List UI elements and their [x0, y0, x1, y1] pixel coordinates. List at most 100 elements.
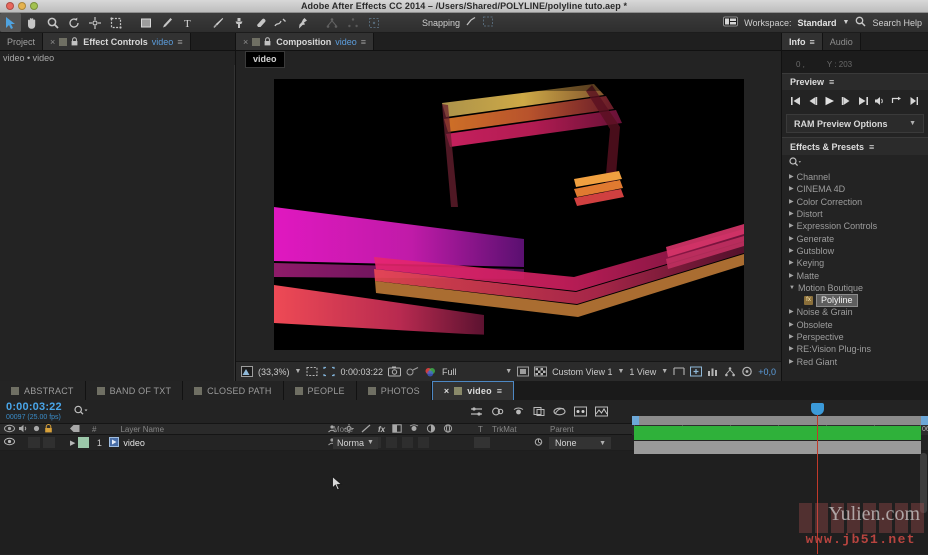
tab-project[interactable]: Project: [0, 33, 44, 50]
selection-tool[interactable]: [0, 13, 21, 32]
chevron-right-icon[interactable]: ▶: [789, 223, 794, 229]
tab-band-of-txt[interactable]: BAND OF TXT: [85, 381, 184, 400]
roto-brush-tool[interactable]: [270, 13, 291, 32]
effect-category-perspective[interactable]: ▶ Perspective: [782, 331, 928, 343]
audio-mute-icon[interactable]: [872, 92, 888, 110]
loop-options-icon[interactable]: [889, 92, 905, 110]
label-color-icon[interactable]: [69, 424, 81, 435]
view-count-chevron-down-icon[interactable]: ▼: [661, 368, 668, 375]
effect-category-revision-plugins[interactable]: ▶ RE:Vision Plug-ins: [782, 343, 928, 355]
next-frame-button[interactable]: [838, 92, 854, 110]
parent-pick-whip-icon[interactable]: [533, 437, 544, 449]
panel-menu-icon[interactable]: ≡: [177, 37, 182, 47]
search-icon[interactable]: [789, 156, 802, 169]
zoom-tool[interactable]: [42, 13, 63, 32]
effect-category-noise-grain[interactable]: ▶ Noise & Grain: [782, 306, 928, 318]
tab-audio[interactable]: Audio: [822, 33, 861, 50]
timeline-current-time[interactable]: 0:00:03:22: [6, 401, 62, 413]
chevron-down-icon[interactable]: ▼: [367, 439, 374, 446]
layer-mode-dropdown[interactable]: Norma ▼: [333, 436, 378, 449]
lock-icon[interactable]: [264, 37, 272, 46]
layer-trkmat-dropdown[interactable]: [474, 437, 490, 448]
effect-category-gutsblow[interactable]: ▶ Gutsblow: [782, 245, 928, 257]
eraser-tool[interactable]: [249, 13, 270, 32]
playhead-marker[interactable]: [811, 403, 824, 415]
layer-parent-dropdown[interactable]: None ▼: [549, 436, 611, 449]
last-frame-button[interactable]: [855, 92, 871, 110]
choose-grid-icon[interactable]: [306, 366, 318, 377]
effect-category-cinema4d[interactable]: ▶ CINEMA 4D: [782, 183, 928, 195]
close-icon[interactable]: ×: [444, 386, 449, 396]
layer-duration-bar[interactable]: [634, 426, 921, 440]
puppet-pin-tool[interactable]: [291, 13, 312, 32]
pixel-aspect-icon[interactable]: [673, 366, 685, 377]
tab-closed-path[interactable]: CLOSED PATH: [183, 381, 284, 400]
exposure-value[interactable]: +0,0: [758, 367, 776, 377]
audio-icon[interactable]: [18, 424, 29, 435]
effect-category-distort[interactable]: ▶ Distort: [782, 208, 928, 220]
tab-people[interactable]: PEOPLE: [283, 381, 357, 400]
effect-category-matte[interactable]: ▶ Matte: [782, 269, 928, 281]
layer-label-color[interactable]: [78, 437, 90, 448]
first-frame-button[interactable]: [787, 92, 803, 110]
lock-icon[interactable]: [44, 423, 53, 435]
ram-preview-options-dropdown[interactable]: RAM Preview Options ▼: [786, 114, 924, 133]
magnification-value[interactable]: (33,3%): [258, 367, 290, 377]
hand-tool[interactable]: [21, 13, 42, 32]
brush-tool[interactable]: [207, 13, 228, 32]
chevron-right-icon[interactable]: ▶: [789, 260, 794, 266]
chevron-right-icon[interactable]: ▶: [789, 236, 794, 242]
region-of-interest-icon[interactable]: [323, 366, 336, 377]
tab-video[interactable]: × video ≡: [431, 381, 515, 400]
view-count-value[interactable]: 1 View: [629, 367, 656, 377]
effect-category-keying[interactable]: ▶ Keying: [782, 257, 928, 269]
comp-renderer-icon[interactable]: [595, 406, 608, 417]
tab-abstract[interactable]: ABSTRACT: [0, 381, 86, 400]
panel-menu-icon[interactable]: ≡: [869, 142, 874, 152]
solo-toggle[interactable]: [43, 437, 55, 448]
chevron-right-icon[interactable]: ▶: [789, 174, 794, 180]
fast-previews-icon[interactable]: [690, 366, 703, 377]
view-chevron-down-icon[interactable]: ▼: [617, 368, 624, 375]
rotation-tool[interactable]: [63, 13, 84, 32]
tab-effect-controls[interactable]: × Effect Controls video ≡: [43, 33, 191, 50]
take-snapshot-icon[interactable]: [388, 366, 401, 377]
show-snapshot-icon[interactable]: [406, 366, 419, 377]
tab-info[interactable]: Info ≡: [782, 33, 823, 50]
pan-behind-tool[interactable]: [84, 13, 105, 32]
search-icon[interactable]: [855, 16, 866, 29]
three-d-toggle[interactable]: [418, 437, 429, 448]
timeline-timecode-block[interactable]: 0:00:03:22 00097 (25.00 fps): [0, 401, 62, 422]
chevron-right-icon[interactable]: ▶: [789, 273, 794, 279]
comp-subtab-video[interactable]: video: [245, 51, 285, 68]
brainstorm-icon[interactable]: [533, 406, 545, 417]
snapping-magnet-icon[interactable]: [465, 16, 477, 29]
clone-stamp-tool[interactable]: [228, 13, 249, 32]
chevron-down-icon[interactable]: ▼: [599, 440, 606, 447]
chevron-right-icon[interactable]: ▶: [789, 346, 794, 352]
previous-frame-button[interactable]: [804, 92, 820, 110]
toggle-alpha-icon[interactable]: [241, 366, 253, 377]
snapping-box-icon[interactable]: [482, 16, 494, 29]
tab-photos[interactable]: PHOTOS: [356, 381, 432, 400]
chevron-right-icon[interactable]: ▶: [789, 248, 794, 254]
expand-layer-icon[interactable]: ▶: [70, 439, 75, 447]
chevron-right-icon[interactable]: ▶: [789, 186, 794, 192]
work-area-bar[interactable]: [632, 416, 928, 425]
panel-menu-icon[interactable]: ≡: [829, 77, 834, 87]
composition-canvas[interactable]: [273, 79, 744, 350]
tab-composition[interactable]: × Composition video ≡: [236, 33, 375, 50]
anchor-align-icon[interactable]: [321, 13, 342, 32]
adjustment-layer-icon[interactable]: [426, 423, 436, 435]
effect-category-obsolete[interactable]: ▶ Obsolete: [782, 319, 928, 331]
audio-toggle[interactable]: [28, 437, 40, 448]
chevron-down-icon[interactable]: ▼: [909, 120, 916, 127]
three-d-layer-icon[interactable]: [443, 423, 453, 435]
transform-box-icon[interactable]: [363, 13, 384, 32]
effect-category-expression-controls[interactable]: ▶ Expression Controls: [782, 220, 928, 232]
workspace-grid-icon[interactable]: [723, 16, 739, 29]
effect-category-channel[interactable]: ▶ Channel: [782, 171, 928, 183]
effects-presets-list[interactable]: ▶ Channel ▶ CINEMA 4D ▶ Color Correction ▶ D…: [782, 170, 928, 381]
reset-exposure-icon[interactable]: [741, 366, 753, 377]
effect-category-generate[interactable]: ▶ Generate: [782, 232, 928, 244]
